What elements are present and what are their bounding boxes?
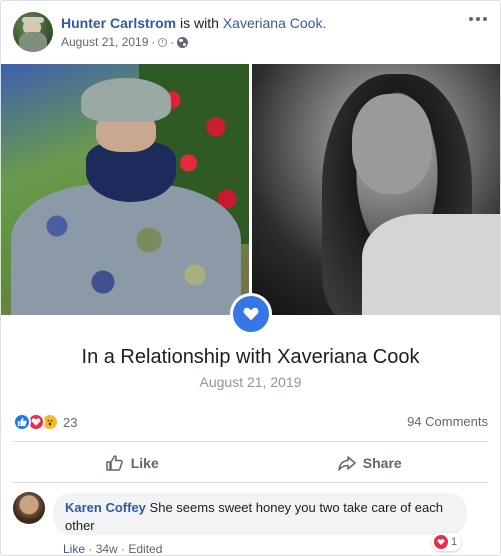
reactions-summary[interactable]: 23 <box>13 412 77 432</box>
comment-author-link[interactable]: Karen Coffey <box>65 500 146 515</box>
photo-left[interactable] <box>1 64 249 315</box>
like-button-label: Like <box>130 455 159 471</box>
life-event-date: August 21, 2019 <box>199 374 302 390</box>
author-name-link[interactable]: Hunter Carlstrom <box>61 15 176 31</box>
action-bar: Like Share <box>13 447 488 479</box>
globe-icon[interactable] <box>177 36 189 48</box>
post-date-link[interactable]: August 21, 2019 <box>61 34 148 50</box>
reaction-count[interactable]: 23 <box>63 415 77 430</box>
divider <box>13 482 488 483</box>
comment-meta: Like · 34w · Edited <box>63 541 162 556</box>
post-header-text: Hunter Carlstrom is with Xaveriana Cook.… <box>61 14 326 50</box>
comment-time[interactable]: 34w <box>96 542 118 556</box>
thumbs-up-icon <box>105 455 123 471</box>
photo-collage[interactable] <box>1 64 500 315</box>
meta-separator: · <box>117 542 129 556</box>
meta-separator: · <box>151 35 156 49</box>
love-reaction-icon <box>434 535 448 549</box>
photo-right[interactable] <box>252 64 500 315</box>
post-header: Hunter Carlstrom is with Xaveriana Cook.… <box>13 12 488 54</box>
comment-edited-label[interactable]: Edited <box>128 542 162 556</box>
share-icon <box>338 456 356 471</box>
like-reaction-icon <box>13 413 31 431</box>
relationship-heart-icon <box>230 293 272 335</box>
post-title-line: Hunter Carlstrom is with Xaveriana Cook. <box>61 14 326 32</box>
clock-icon <box>158 37 168 47</box>
comment-reaction-count: 1 <box>451 536 458 548</box>
comment-bubble: Karen Coffey She seems sweet honey you t… <box>53 493 467 535</box>
life-event-title: In a Relationship with Xaveriana Cook <box>81 346 420 368</box>
with-text: is with <box>176 15 223 31</box>
like-button[interactable]: Like <box>13 447 251 479</box>
comment-reaction-badge[interactable]: 1 <box>432 533 462 551</box>
share-button[interactable]: Share <box>251 447 489 479</box>
comment-like-link[interactable]: Like <box>63 542 85 556</box>
meta-separator: · <box>170 35 175 49</box>
share-button-label: Share <box>362 455 402 471</box>
more-options-icon[interactable] <box>468 12 488 26</box>
tagged-user-link[interactable]: Xaveriana Cook. <box>223 15 327 31</box>
meta-separator: · <box>85 542 96 556</box>
comments-count-link[interactable]: 94 Comments <box>407 414 488 429</box>
author-avatar[interactable] <box>13 12 53 52</box>
post-card: Hunter Carlstrom is with Xaveriana Cook.… <box>0 0 501 556</box>
post-meta: August 21, 2019 · · <box>61 34 326 50</box>
commenter-avatar[interactable] <box>13 492 45 524</box>
divider <box>13 441 488 442</box>
